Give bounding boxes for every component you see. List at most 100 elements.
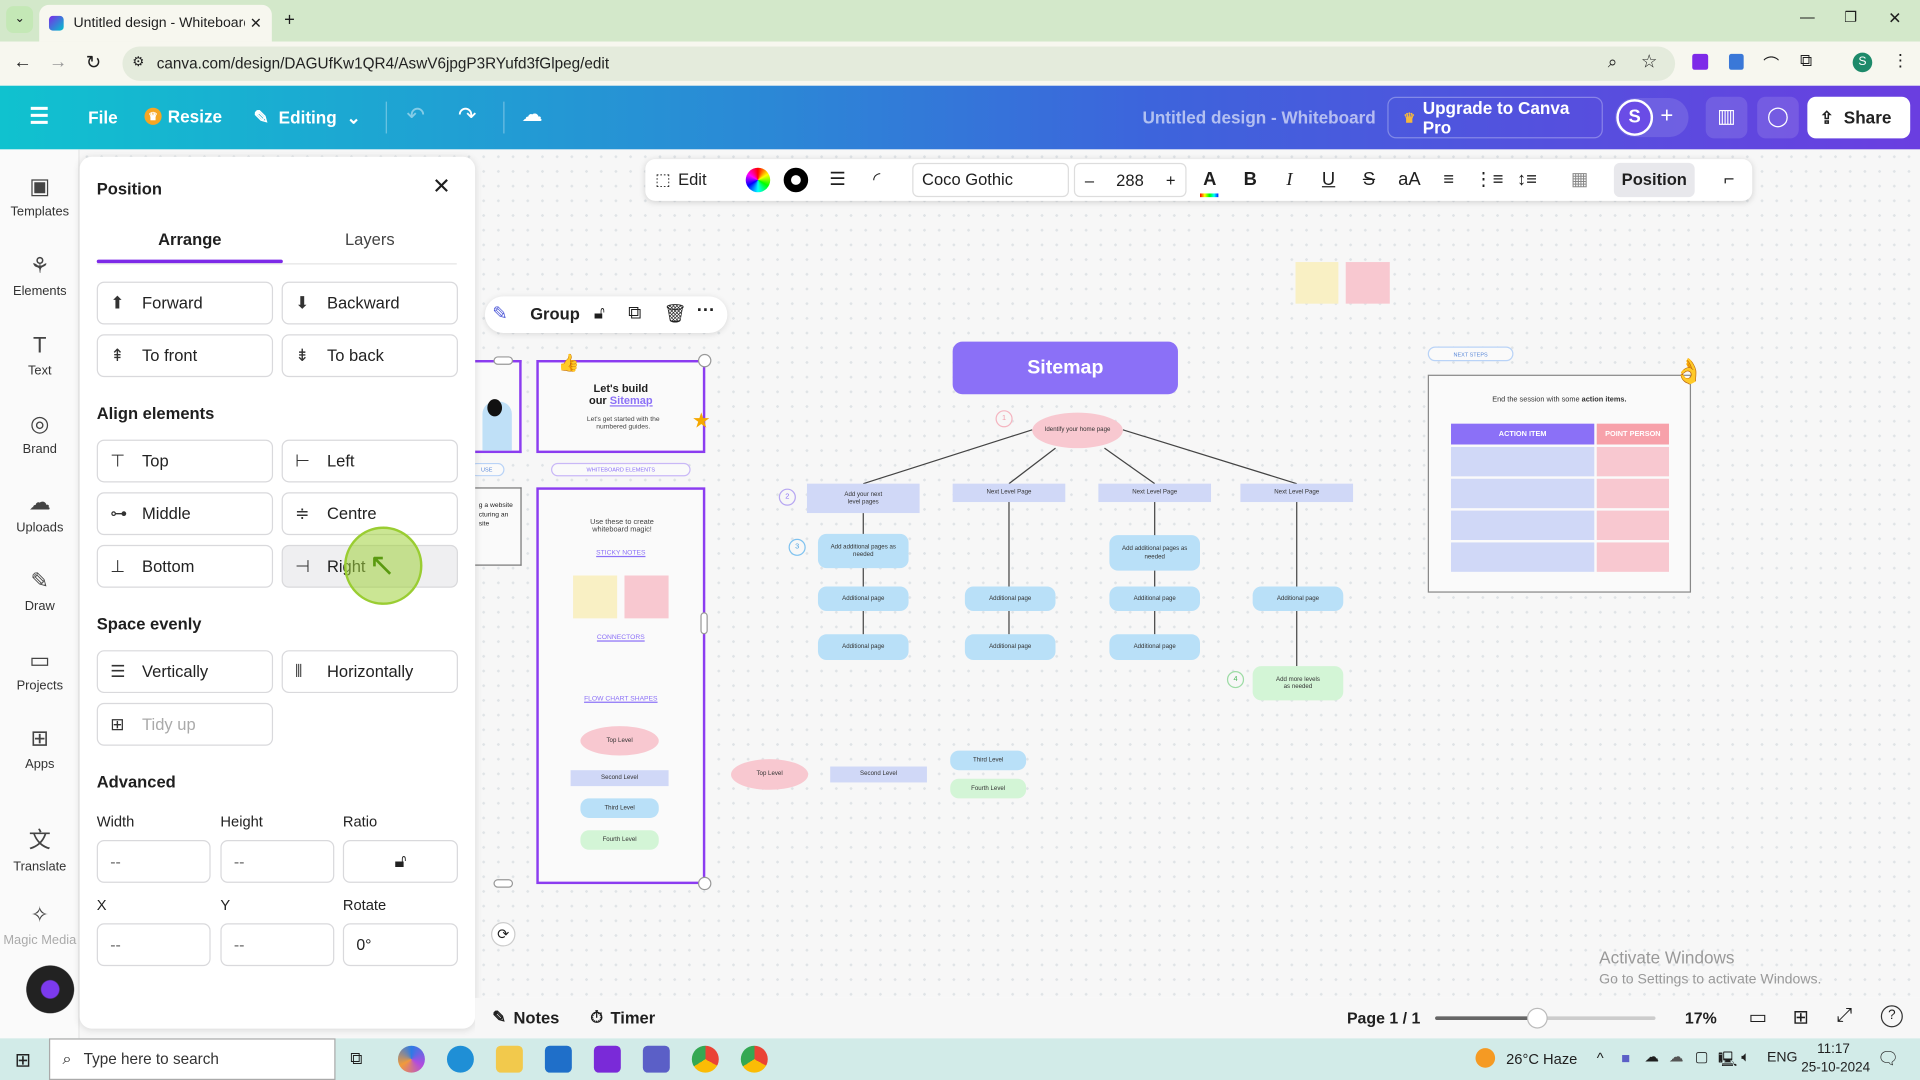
forward-icon[interactable]: →: [49, 51, 67, 72]
copilot-icon[interactable]: [397, 1045, 425, 1073]
zoom-percent[interactable]: 17%: [1685, 1009, 1717, 1027]
resize-handle[interactable]: [700, 612, 708, 635]
trash-icon[interactable]: 🗑︎: [664, 302, 687, 325]
additional-page-node[interactable]: Additional page: [1252, 586, 1344, 612]
vertically-button[interactable]: ☰ Vertically: [96, 650, 274, 694]
chrome-icon[interactable]: [691, 1045, 719, 1073]
onedrive-icon[interactable]: ☁: [1669, 1048, 1684, 1065]
additional-pages-node[interactable]: Add additional pages as needed: [1109, 535, 1201, 571]
frame-description[interactable]: g a website cturing an site: [475, 487, 522, 566]
edit-button[interactable]: ⬚ Edit: [655, 159, 706, 201]
volume-icon[interactable]: 🔈︎: [1741, 1048, 1750, 1066]
windows-start-icon[interactable]: ⊞: [15, 1048, 31, 1072]
chrome-icon[interactable]: [740, 1045, 768, 1073]
home-page-node[interactable]: Identify your home page: [1032, 412, 1123, 449]
camera-icon[interactable]: ▢: [1695, 1048, 1709, 1065]
lock-ratio-icon[interactable]: 🔓︎: [342, 840, 458, 883]
level-page-node[interactable]: Next Level Page: [952, 483, 1066, 503]
zoom-slider[interactable]: [1435, 1007, 1656, 1029]
additional-page-node[interactable]: Additional page: [1109, 634, 1201, 661]
sticky-note-pink[interactable]: [624, 575, 669, 619]
editing-mode-dropdown[interactable]: ✎ Editing ⌄: [253, 107, 360, 128]
sidebar-item-brand[interactable]: ◎ Brand: [0, 411, 80, 456]
position-button[interactable]: Position: [1613, 162, 1695, 198]
page-indicator[interactable]: Page 1 / 1: [1347, 1009, 1420, 1027]
add-collaborator-icon[interactable]: +: [1660, 103, 1673, 129]
table-row[interactable]: [1451, 446, 1669, 477]
level-page-node[interactable]: Next Level Page: [1098, 483, 1212, 503]
horizontally-button[interactable]: ⫴ Horizontally: [281, 650, 458, 694]
next-steps-frame[interactable]: End the session with some action items. …: [1427, 359, 1704, 593]
shape-fourth-level[interactable]: Fourth Level: [950, 778, 1027, 799]
rotate-handle-icon[interactable]: ⟳: [491, 922, 516, 947]
frame-illustration[interactable]: [475, 360, 522, 454]
group-button[interactable]: Group: [530, 305, 580, 323]
network-icon[interactable]: 🖳: [1718, 1048, 1738, 1074]
to-back-button[interactable]: ⇟ To back: [281, 334, 458, 378]
document-title[interactable]: Untitled design - Whiteboard: [1142, 108, 1375, 128]
increase-font-icon[interactable]: +: [1166, 171, 1176, 189]
avatar[interactable]: S: [1616, 99, 1654, 136]
additional-page-node[interactable]: Additional page: [1109, 586, 1201, 612]
sidebar-item-elements[interactable]: ⚘ Elements: [0, 253, 80, 298]
extension-icon[interactable]: [1728, 53, 1744, 70]
letter-case-icon[interactable]: aA: [1395, 159, 1424, 201]
teams-icon[interactable]: [642, 1045, 670, 1073]
tab-list-button[interactable]: ⌄: [6, 6, 34, 34]
table-row[interactable]: [1451, 510, 1669, 541]
height-input[interactable]: --: [220, 840, 335, 883]
notifications-icon[interactable]: 🗨︎: [1877, 1048, 1899, 1069]
undo-icon[interactable]: ↶: [407, 103, 425, 129]
tab-layers[interactable]: Layers: [283, 230, 457, 248]
sidebar-item-translate[interactable]: 文 Translate: [0, 823, 80, 875]
restore-icon[interactable]: ❐: [1844, 9, 1857, 26]
decrease-font-icon[interactable]: –: [1085, 171, 1094, 189]
bookmark-star-icon[interactable]: ☆: [1641, 50, 1657, 72]
more-levels-node[interactable]: Add more levels as needed: [1252, 666, 1344, 701]
url-input[interactable]: canva.com/design/DAGUfKw1QR4/AswV6jpgP3R…: [122, 46, 1676, 81]
grid-view-icon[interactable]: ⊞: [1793, 1005, 1809, 1029]
x-input[interactable]: --: [96, 923, 211, 967]
middle-button[interactable]: ⊶ Middle: [96, 492, 274, 536]
zoom-slider-handle[interactable]: [1526, 1007, 1548, 1029]
bold-icon[interactable]: B: [1237, 159, 1264, 201]
notes-button[interactable]: ✎ Notes: [492, 1008, 559, 1028]
shape-fourth-level[interactable]: Fourth Level: [580, 830, 659, 850]
top-button[interactable]: ⊤ Top: [96, 439, 274, 483]
align-center-icon[interactable]: ≡: [1435, 159, 1462, 201]
shape-second-level[interactable]: Second Level: [830, 766, 927, 783]
text-color-icon[interactable]: A: [1196, 159, 1224, 201]
to-front-button[interactable]: ⇞ To front: [96, 334, 274, 378]
underline-icon[interactable]: U: [1315, 159, 1342, 201]
file-menu-button[interactable]: File: [88, 108, 118, 128]
timer-button[interactable]: ⏱ Timer: [590, 1008, 655, 1028]
site-info-icon[interactable]: ⚙: [132, 54, 144, 70]
close-tab-icon[interactable]: ✕: [250, 15, 262, 32]
y-input[interactable]: --: [220, 923, 335, 967]
sticky-note-yellow[interactable]: [573, 575, 618, 619]
comment-icon[interactable]: ◯: [1757, 96, 1799, 139]
resize-handle[interactable]: [493, 879, 514, 888]
minimize-icon[interactable]: —: [1800, 9, 1815, 26]
mail-icon[interactable]: [544, 1045, 572, 1073]
sidebar-item-magic-media[interactable]: ✧ Magic Media: [0, 902, 80, 947]
magic-assistant-button[interactable]: [19, 964, 81, 1014]
border-color-icon[interactable]: [783, 167, 809, 193]
corner-rounding-icon[interactable]: ◜: [863, 159, 890, 201]
table-cell[interactable]: [1451, 478, 1595, 509]
table-cell[interactable]: [1451, 446, 1595, 477]
additional-page-node[interactable]: Additional page: [964, 586, 1056, 612]
font-size-value[interactable]: 288: [1116, 171, 1144, 189]
tray-chevron-icon[interactable]: ^: [1597, 1049, 1604, 1066]
table-cell[interactable]: [1596, 446, 1669, 477]
zoom-icon[interactable]: ⌕: [1608, 51, 1618, 72]
file-explorer-icon[interactable]: [495, 1045, 523, 1073]
forward-button[interactable]: ⬆ Forward: [96, 281, 274, 325]
app-icon[interactable]: [593, 1045, 621, 1073]
table-cell[interactable]: [1596, 542, 1669, 572]
resize-handle[interactable]: [493, 356, 514, 365]
help-icon[interactable]: ?: [1880, 1005, 1903, 1028]
sidebar-item-draw[interactable]: ✎ Draw: [0, 568, 80, 613]
spacing-icon[interactable]: ↕≡: [1513, 159, 1540, 201]
unlock-icon[interactable]: 🔓︎: [594, 302, 605, 323]
